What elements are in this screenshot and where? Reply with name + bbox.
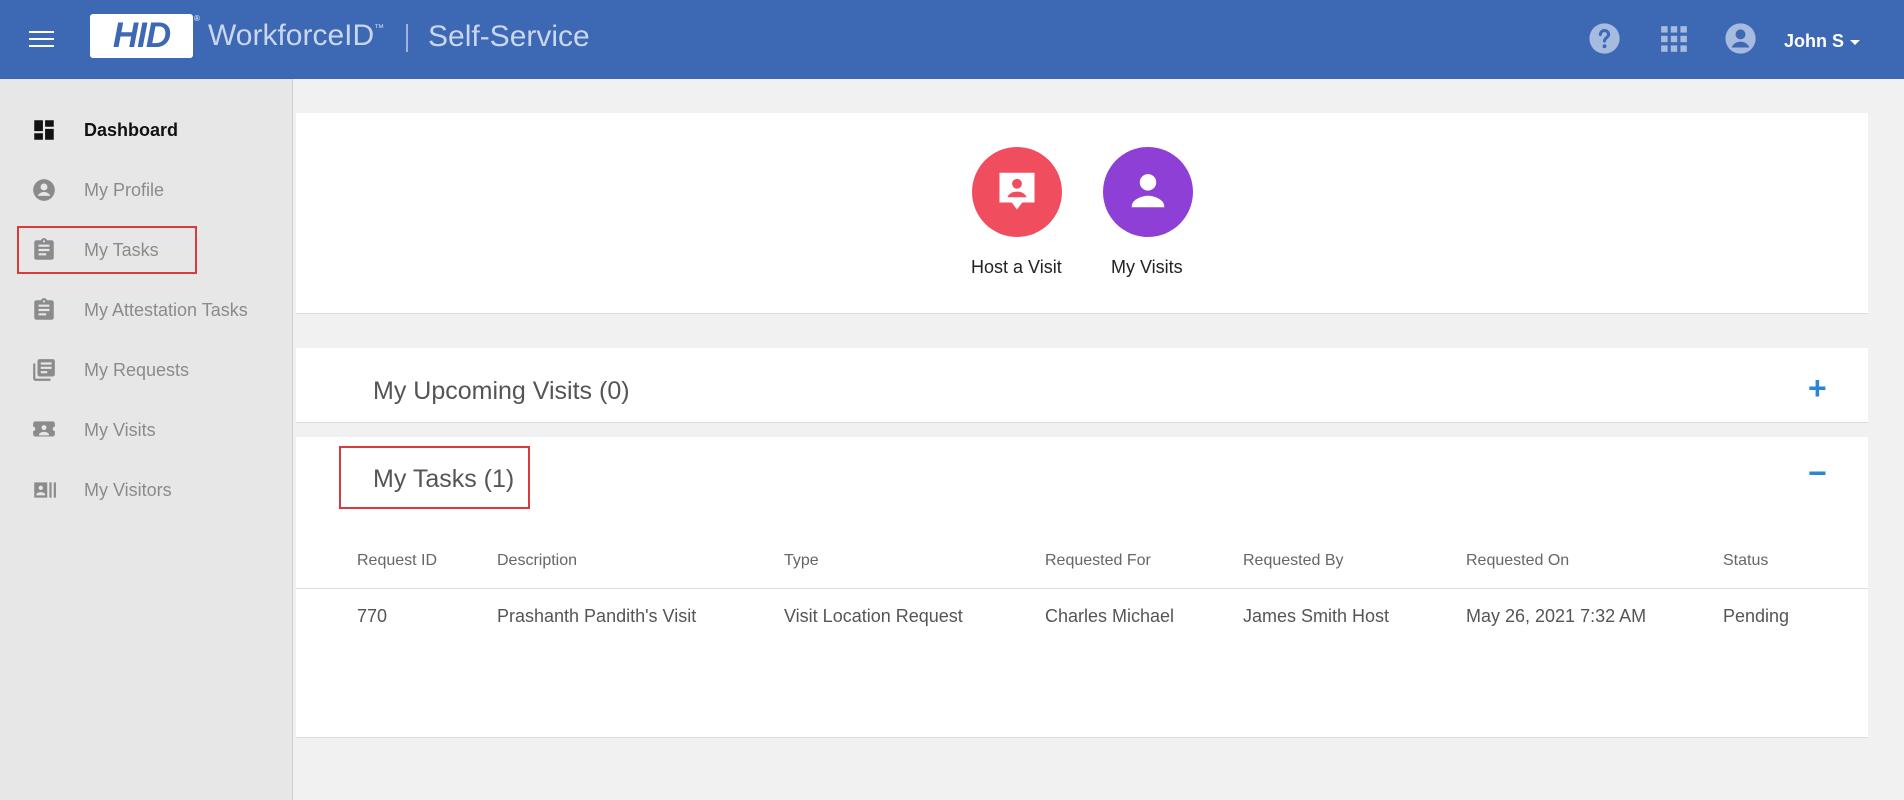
callout-highlight-tasks-title (339, 446, 530, 509)
sidebar-item-label: My Visitors (84, 479, 172, 500)
sidebar-item-my-visits[interactable]: My Visits (0, 407, 293, 453)
quick-actions-card (296, 113, 1868, 314)
cell-description: Prashanth Pandith's Visit (497, 606, 697, 626)
expand-upcoming-icon[interactable]: + (1808, 370, 1827, 407)
cell-requested-on: May 26, 2021 7:32 AM (1466, 606, 1647, 626)
trademark: ™ (374, 23, 385, 34)
sidebar-item-my-requests[interactable]: My Requests (0, 347, 293, 393)
registered-mark: ® (194, 14, 200, 23)
help-icon[interactable] (1588, 22, 1621, 55)
cell-requested-by: James Smith Host (1243, 606, 1390, 626)
sidebar: Dashboard My Profile My Tasks My Attesta… (0, 79, 293, 800)
table-header-divider (296, 588, 1868, 589)
upcoming-visits-title[interactable]: My Upcoming Visits (0) (373, 377, 630, 406)
host-visit-label[interactable]: Host a Visit (971, 257, 1062, 278)
column-header-type[interactable]: Type (784, 552, 819, 570)
host-visit-icon (999, 172, 1035, 210)
my-visits-button[interactable] (1103, 147, 1193, 237)
library-books-icon (33, 359, 55, 381)
dashboard-icon (34, 120, 54, 140)
product-name: WorkforceID™ (208, 19, 385, 52)
sidebar-item-label: My Visits (84, 419, 156, 440)
sidebar-item-label: My Attestation Tasks (84, 299, 248, 320)
cell-type: Visit Location Request (784, 606, 963, 626)
header-divider (406, 24, 408, 52)
clipboard-icon (34, 298, 54, 320)
cell-request-id[interactable]: 770 (357, 606, 387, 627)
column-header-requested-on[interactable]: Requested On (1466, 552, 1569, 570)
badge-icon (33, 421, 55, 437)
collapse-tasks-icon[interactable]: − (1808, 455, 1827, 492)
contacts-icon (34, 482, 56, 498)
callout-highlight-my-tasks (17, 226, 197, 274)
column-header-status[interactable]: Status (1723, 552, 1768, 570)
sidebar-item-my-attestation-tasks[interactable]: My Attestation Tasks (0, 287, 293, 333)
cell-requested-for: Charles Michael (1045, 606, 1175, 626)
column-header-request-id[interactable]: Request ID (357, 552, 437, 570)
chevron-down-icon[interactable] (1850, 40, 1860, 45)
user-menu[interactable]: John S (1784, 31, 1844, 52)
top-bar: HID ® WorkforceID™ Self-Service John S (0, 0, 1904, 79)
cell-status: Pending (1723, 606, 1790, 626)
brand-logo-text: HID (112, 16, 171, 55)
sidebar-item-my-profile[interactable]: My Profile (0, 167, 293, 213)
host-visit-button[interactable] (972, 147, 1062, 237)
sidebar-item-label: My Profile (84, 179, 165, 200)
sidebar-item-dashboard[interactable]: Dashboard (0, 107, 293, 153)
sidebar-item-label: Dashboard (84, 119, 179, 140)
column-header-description[interactable]: Description (497, 552, 577, 570)
account-circle-icon (33, 179, 55, 201)
sidebar-item-my-visitors[interactable]: My Visitors (0, 467, 293, 513)
sidebar-item-label: My Requests (84, 359, 190, 380)
column-header-requested-for[interactable]: Requested For (1045, 552, 1151, 570)
column-header-requested-by[interactable]: Requested By (1243, 552, 1344, 570)
brand-logo: HID (90, 14, 193, 58)
menu-icon[interactable] (29, 31, 54, 48)
person-icon (1131, 174, 1165, 208)
user-avatar-icon[interactable] (1724, 22, 1757, 55)
portal-name: Self-Service (428, 20, 590, 53)
my-visits-label[interactable]: My Visits (1111, 257, 1183, 278)
apps-grid-icon[interactable] (1660, 25, 1688, 53)
